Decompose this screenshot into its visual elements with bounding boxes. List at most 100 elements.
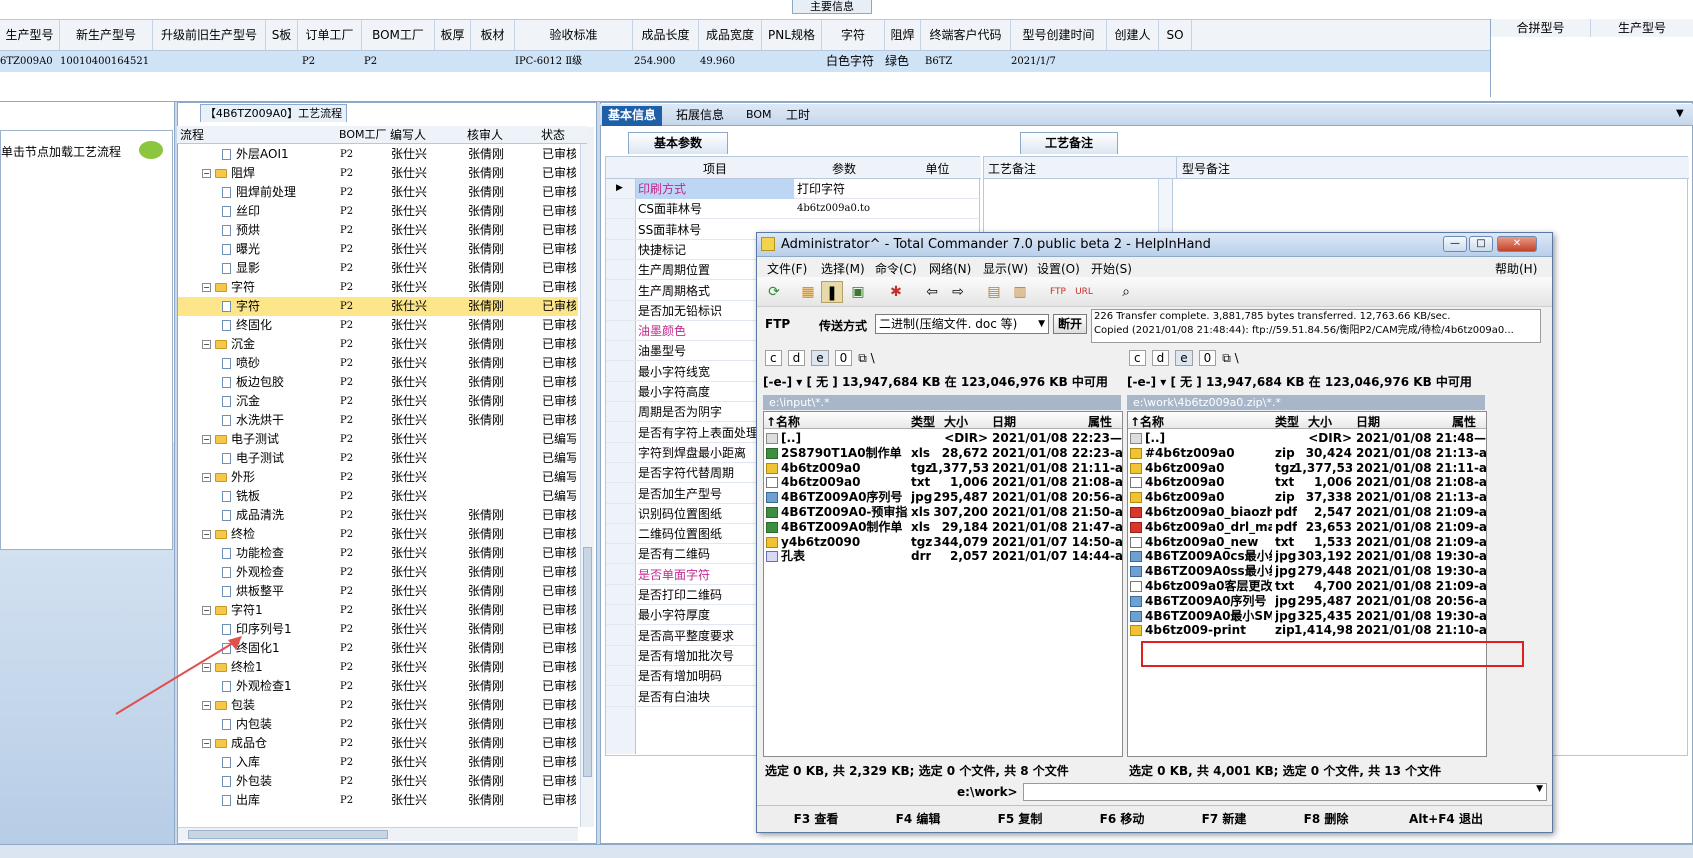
right-drive-e[interactable]: e bbox=[1175, 350, 1193, 366]
tree-hscrollbar[interactable] bbox=[178, 827, 578, 841]
param-row[interactable]: CS面菲林号 4b6tz009a0.to bbox=[606, 199, 981, 220]
right-current-path[interactable]: e:\work\4b6tz009a0.zip\*.* bbox=[1127, 395, 1485, 410]
col-creator[interactable]: 创建人 bbox=[1107, 20, 1159, 50]
left-col-name[interactable]: ↑名称 bbox=[766, 413, 800, 430]
f6-move-button[interactable]: F6 移动 bbox=[1073, 810, 1171, 827]
f8-delete-button[interactable]: F8 删除 bbox=[1277, 810, 1375, 827]
notes-col-process[interactable]: 工艺备注 bbox=[988, 160, 1036, 177]
transfer-mode-select[interactable]: 二进制(压缩文件. doc 等) ▼ bbox=[875, 314, 1049, 334]
menu-view[interactable]: 显示(W) bbox=[983, 260, 1028, 277]
file-row[interactable]: 4B6TZ009A0ss最小线...jpg279,4482021/01/08 1… bbox=[1128, 563, 1486, 579]
tab-worktime[interactable]: 工时 bbox=[780, 106, 816, 126]
params-col-value[interactable]: 参数 bbox=[794, 160, 894, 177]
left-drive-e[interactable]: e bbox=[811, 350, 829, 366]
main-info-data-row[interactable]: 6TZ009A0 10010400164521 P2 P2 IPC-6012 Ⅱ… bbox=[0, 51, 1490, 72]
f5-copy-button[interactable]: F5 复制 bbox=[971, 810, 1069, 827]
tree-node[interactable]: 曝光 P2 张仕兴 张倩刚 已审核 bbox=[178, 240, 578, 259]
maximize-button[interactable]: □ bbox=[1469, 236, 1493, 252]
left-drive-c[interactable]: c bbox=[765, 350, 782, 366]
file-row[interactable]: 4B6TZ009A0-预审指示 xls 307,200 2021/01/08 21:5… bbox=[764, 504, 1122, 520]
col-length[interactable]: 成品长度 bbox=[633, 20, 699, 50]
left-col-type[interactable]: 类型 bbox=[911, 413, 935, 430]
collapse-icon[interactable]: − bbox=[202, 473, 211, 482]
collapse-icon[interactable]: − bbox=[202, 606, 211, 615]
left-col-size[interactable]: 大小 bbox=[944, 413, 968, 430]
find-files-icon[interactable]: ⌕ bbox=[1115, 281, 1137, 303]
brief-view-icon[interactable]: ▦ bbox=[797, 281, 819, 303]
file-row[interactable]: 4b6tz009a0客层更改?..txt 4,700 2021/01/08 21:0… bbox=[1128, 578, 1486, 594]
file-row[interactable]: 4b6tz009a0tgz1,377,5372021/01/08 21:11-a… bbox=[764, 460, 1122, 476]
tree-node[interactable]: 电子测试 P2 张仕兴 已编写 bbox=[178, 449, 578, 468]
file-row[interactable]: 2S8790T1A0制作单 xls 28,672 2021/01/08 22:23-a… bbox=[764, 445, 1122, 461]
tree-vscrollbar[interactable] bbox=[580, 127, 594, 827]
right-col-type[interactable]: 类型 bbox=[1275, 413, 1299, 430]
total-commander-window[interactable]: Administrator^ - Total Commander 7.0 pub… bbox=[756, 232, 1553, 833]
tree-node[interactable]: 成品清洗 P2 张仕兴 张倩刚 已审核 bbox=[178, 506, 578, 525]
right-drive-info[interactable]: [-e-] ▾ [ 无 ] 13,947,684 KB 在 123,046,97… bbox=[1127, 373, 1472, 393]
collapse-icon[interactable]: − bbox=[202, 739, 211, 748]
file-row[interactable]: 4B6TZ009A0最小SMD jpg 325,435 2021/01/08 19:3… bbox=[1128, 608, 1486, 624]
tab-process-notes[interactable]: 工艺备注 bbox=[1020, 132, 1118, 154]
tree-node[interactable]: 终固化 P2 张仕兴 张倩刚 已审核 bbox=[178, 316, 578, 335]
col-merge-model[interactable]: 合拼型号 bbox=[1491, 19, 1591, 37]
f3-view-button[interactable]: F3 查看 bbox=[767, 810, 865, 827]
tree-node[interactable]: 喷砂 P2 张仕兴 张倩刚 已审核 bbox=[178, 354, 578, 373]
tree-node[interactable]: − 终检 P2 张仕兴 张倩刚 已审核 bbox=[178, 525, 578, 544]
left-drive-d[interactable]: d bbox=[787, 350, 806, 366]
col-s-board[interactable]: S板 bbox=[266, 20, 298, 50]
file-row[interactable]: [..] <DIR> 2021/01/08 22:23— bbox=[764, 430, 1122, 446]
col-pnl[interactable]: PNL规格 bbox=[762, 20, 822, 50]
tree-node[interactable]: − 字符1 P2 张仕兴 张倩刚 已审核 bbox=[178, 601, 578, 620]
tab-basic-info[interactable]: 基本信息 bbox=[602, 106, 663, 126]
file-row[interactable]: 4b6tz009a0_biaozhu pdf 2,547 2021/01/08 21:… bbox=[1128, 504, 1486, 520]
unpack-icon[interactable]: ▥ bbox=[1009, 281, 1031, 303]
col-so[interactable]: SO bbox=[1159, 20, 1192, 50]
tree-node[interactable]: − 沉金 P2 张仕兴 张倩刚 已审核 bbox=[178, 335, 578, 354]
pack-icon[interactable]: ▤ bbox=[983, 281, 1005, 303]
right-col-date[interactable]: 日期 bbox=[1356, 413, 1380, 430]
col-standard[interactable]: 验收标准 bbox=[515, 20, 633, 50]
tree-node[interactable]: 丝印 P2 张仕兴 张倩刚 已审核 bbox=[178, 202, 578, 221]
right-col-name[interactable]: ↑名称 bbox=[1130, 413, 1164, 430]
notes-col-model[interactable]: 型号备注 bbox=[1182, 160, 1230, 177]
params-col-unit[interactable]: 单位 bbox=[894, 160, 981, 177]
right-col-size[interactable]: 大小 bbox=[1308, 413, 1332, 430]
tree-node[interactable]: − 阻焊 P2 张仕兴 张倩刚 已审核 bbox=[178, 164, 578, 183]
tree-node[interactable]: − 字符 P2 张仕兴 张倩刚 已审核 bbox=[178, 278, 578, 297]
tree-node[interactable]: 出库 P2 张仕兴 张倩刚 已审核 bbox=[178, 791, 578, 810]
col-created[interactable]: 型号创建时间 bbox=[1011, 20, 1107, 50]
tree-vscroll-thumb[interactable] bbox=[583, 547, 592, 777]
refresh-icon[interactable]: ⟳ bbox=[763, 281, 785, 303]
col-client-code[interactable]: 终端客户代码 bbox=[921, 20, 1011, 50]
minimize-button[interactable]: — bbox=[1443, 236, 1467, 252]
tree-node[interactable]: 板边包胶 P2 张仕兴 张倩刚 已审核 bbox=[178, 373, 578, 392]
close-button[interactable]: ✕ bbox=[1497, 236, 1537, 252]
tree-node[interactable]: 功能检查 P2 张仕兴 张倩刚 已审核 bbox=[178, 544, 578, 563]
file-row[interactable]: 4B6TZ009A0制作单 xls 29,184 2021/01/08 21:47-a… bbox=[764, 519, 1122, 535]
left-network-icon[interactable]: ⧉ \ bbox=[858, 351, 874, 365]
file-row[interactable]: 4B6TZ009A0序列号 jpg 295,487 2021/01/08 20:56-… bbox=[764, 489, 1122, 505]
right-drive-c[interactable]: c bbox=[1129, 350, 1146, 366]
file-row[interactable]: #4b6tz009a0 zip 30,424 2021/01/08 21:13-a- bbox=[1128, 445, 1486, 461]
menu-command[interactable]: 命令(C) bbox=[875, 260, 917, 277]
tree-col-status[interactable]: 状态 bbox=[541, 126, 565, 143]
full-view-icon[interactable]: ❚ bbox=[821, 281, 843, 303]
col-character[interactable]: 字符 bbox=[822, 20, 885, 50]
menu-start[interactable]: 开始(S) bbox=[1091, 260, 1132, 277]
col-prod-model[interactable]: 生产型号 bbox=[0, 20, 60, 50]
left-file-panel[interactable]: ↑名称 类型 大小 日期 属性 [..] <DIR> 2021/01/08 22:2… bbox=[763, 411, 1123, 757]
right-col-attr[interactable]: 属性 bbox=[1452, 413, 1476, 430]
file-row[interactable]: y4b6tz0090 tgz 344,079 2021/01/07 14:50-a- bbox=[764, 534, 1122, 550]
ftp-log[interactable]: 226 Transfer complete. 3,881,785 bytes t… bbox=[1091, 309, 1541, 343]
col-material[interactable]: 板材 bbox=[471, 20, 515, 50]
f4-edit-button[interactable]: F4 编辑 bbox=[869, 810, 967, 827]
file-row[interactable]: 4b6tz009a0 txt 1,006 2021/01/08 21:08-a- bbox=[764, 474, 1122, 490]
command-history-icon[interactable]: ▼ bbox=[1536, 784, 1543, 794]
collapse-icon[interactable]: − bbox=[202, 340, 211, 349]
file-row[interactable]: 4b6tz009-print zip1,414,984 2021/01/08 21:… bbox=[1128, 622, 1486, 638]
col-merge-prod-model[interactable]: 生产型号 bbox=[1591, 19, 1693, 37]
collapse-icon[interactable]: − bbox=[202, 435, 211, 444]
left-current-path[interactable]: e:\input\*.* bbox=[763, 395, 1121, 410]
f7-new-button[interactable]: F7 新建 bbox=[1175, 810, 1273, 827]
tree-node[interactable]: 入库 P2 张仕兴 张倩刚 已审核 bbox=[178, 753, 578, 772]
